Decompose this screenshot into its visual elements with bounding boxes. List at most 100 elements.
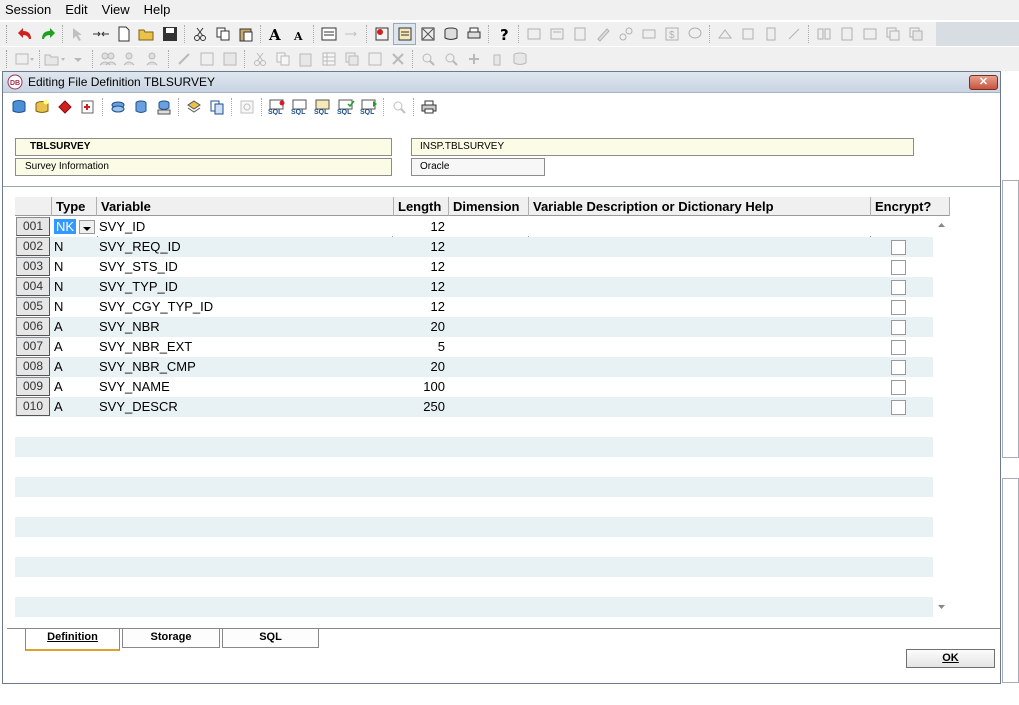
tool-icon[interactable] xyxy=(759,23,782,45)
table-description-field[interactable]: Survey Information xyxy=(15,158,392,176)
tool-icon[interactable] xyxy=(736,23,759,45)
table-row[interactable]: 007 A SVY_NBR_EXT 5 xyxy=(15,337,933,357)
edit-definition-icon[interactable] xyxy=(393,23,416,45)
dbms-field[interactable]: Oracle xyxy=(411,158,545,176)
encrypt-checkbox[interactable] xyxy=(891,320,906,335)
tool-icon[interactable] xyxy=(835,23,858,45)
length-cell[interactable]: 12 xyxy=(393,297,445,317)
encrypt-checkbox[interactable] xyxy=(891,380,906,395)
variable-cell[interactable]: SVY_TYP_ID xyxy=(99,277,391,297)
help-icon[interactable]: ? xyxy=(492,23,515,45)
window-close-button[interactable]: ✕ xyxy=(969,75,998,90)
row-number[interactable]: 002 xyxy=(16,237,50,256)
type-value[interactable]: NK xyxy=(54,219,77,234)
speech-icon[interactable] xyxy=(683,23,706,45)
remove-definition-icon[interactable] xyxy=(416,23,439,45)
tool-icon[interactable] xyxy=(904,23,927,45)
zoom-icon[interactable] xyxy=(416,48,439,70)
pointer-icon[interactable] xyxy=(66,23,89,45)
paste-icon[interactable] xyxy=(234,23,257,45)
column-header-dimension[interactable]: Dimension xyxy=(449,197,529,216)
row-number[interactable]: 003 xyxy=(16,257,50,276)
empty-row[interactable] xyxy=(15,477,933,497)
variable-cell[interactable]: SVY_NAME xyxy=(99,377,391,397)
row-number[interactable]: 009 xyxy=(16,377,50,396)
length-cell[interactable]: 20 xyxy=(393,357,445,377)
type-cell[interactable]: N xyxy=(53,297,93,317)
tool-icon[interactable] xyxy=(881,23,904,45)
column-header-encrypt[interactable]: Encrypt? xyxy=(871,197,950,216)
empty-row[interactable] xyxy=(15,577,933,597)
link-arrows-icon[interactable] xyxy=(89,23,112,45)
database-settings-icon[interactable] xyxy=(439,23,462,45)
variable-cell[interactable]: SVY_CGY_TYP_ID xyxy=(99,297,391,317)
row-number[interactable]: 008 xyxy=(16,357,50,376)
cut-icon[interactable] xyxy=(248,48,271,70)
form-icon[interactable] xyxy=(317,23,340,45)
ok-button[interactable]: OK xyxy=(906,649,995,668)
tool-icon[interactable] xyxy=(713,23,736,45)
book-icon[interactable] xyxy=(812,23,835,45)
type-dropdown-button[interactable] xyxy=(79,220,95,234)
arrow-dots-icon[interactable] xyxy=(340,23,363,45)
insert-variable-icon[interactable] xyxy=(76,96,99,118)
table-row[interactable]: 009 A SVY_NAME 100 xyxy=(15,377,933,397)
row-number[interactable]: 006 xyxy=(16,317,50,336)
tab-definition[interactable]: Definition xyxy=(25,629,120,651)
copy-icon[interactable] xyxy=(211,23,234,45)
sql-generate-icon[interactable]: SQL xyxy=(311,96,334,118)
tool-icon[interactable] xyxy=(545,23,568,45)
sql-execute-icon[interactable]: SQL xyxy=(357,96,380,118)
toolbar-grip[interactable] xyxy=(6,50,9,68)
type-cell[interactable]: A xyxy=(53,397,93,417)
type-cell[interactable]: A xyxy=(53,337,93,357)
type-cell[interactable]: A xyxy=(53,317,93,337)
length-cell[interactable]: 12 xyxy=(393,257,445,277)
tool-icon[interactable] xyxy=(340,48,363,70)
paste-icon[interactable] xyxy=(294,48,317,70)
background-scrollbar[interactable] xyxy=(1002,478,1019,683)
table-row[interactable]: 008 A SVY_NBR_CMP 20 xyxy=(15,357,933,377)
open-folder-button[interactable] xyxy=(135,23,158,45)
table-row[interactable]: 001 NK SVY_ID 12 xyxy=(15,217,933,239)
type-cell[interactable]: A xyxy=(53,357,93,377)
tool-icon[interactable] xyxy=(858,23,881,45)
row-number[interactable]: 004 xyxy=(16,277,50,296)
row-number[interactable]: 001 xyxy=(16,217,50,236)
database-icon[interactable] xyxy=(7,96,30,118)
layers-icon[interactable] xyxy=(106,96,129,118)
copy-definition-icon[interactable] xyxy=(205,96,228,118)
save-button[interactable] xyxy=(158,23,181,45)
encrypt-checkbox[interactable] xyxy=(891,340,906,355)
row-number[interactable]: 005 xyxy=(16,297,50,316)
type-cell[interactable]: N xyxy=(53,237,93,257)
empty-row[interactable] xyxy=(15,557,933,577)
link-icon[interactable] xyxy=(614,23,637,45)
printer-icon[interactable] xyxy=(462,23,485,45)
chevron-down-icon[interactable] xyxy=(66,48,89,70)
font-larger-icon[interactable]: A xyxy=(264,23,287,45)
empty-row[interactable] xyxy=(15,457,933,477)
bottle-icon[interactable] xyxy=(485,48,508,70)
cut-icon[interactable] xyxy=(188,23,211,45)
table-name-field[interactable]: TBLSURVEY xyxy=(15,138,392,156)
tab-storage[interactable]: Storage xyxy=(122,629,220,648)
folder-dropdown-icon[interactable] xyxy=(43,48,66,70)
length-cell[interactable]: 12 xyxy=(393,217,445,237)
row-number[interactable]: 007 xyxy=(16,337,50,356)
tool-icon[interactable] xyxy=(218,48,241,70)
users-icon[interactable] xyxy=(96,48,119,70)
tool-icon[interactable] xyxy=(522,23,545,45)
tool-icon[interactable] xyxy=(782,23,805,45)
variable-cell[interactable]: SVY_NBR xyxy=(99,317,391,337)
menu-session[interactable]: Session xyxy=(0,0,60,20)
type-cell[interactable]: NK xyxy=(53,217,95,237)
window-titlebar[interactable]: DB Editing File Definition TBLSURVEY ✕ xyxy=(3,72,1000,93)
column-header-variable[interactable]: Variable xyxy=(97,197,394,216)
table-row[interactable]: 002 N SVY_REQ_ID 12 xyxy=(15,237,933,257)
compile-icon[interactable] xyxy=(182,96,205,118)
delete-variable-icon[interactable] xyxy=(53,96,76,118)
column-header-type[interactable]: Type xyxy=(52,197,97,216)
sql-create-icon[interactable]: SQL xyxy=(265,96,288,118)
copy-icon[interactable] xyxy=(271,48,294,70)
